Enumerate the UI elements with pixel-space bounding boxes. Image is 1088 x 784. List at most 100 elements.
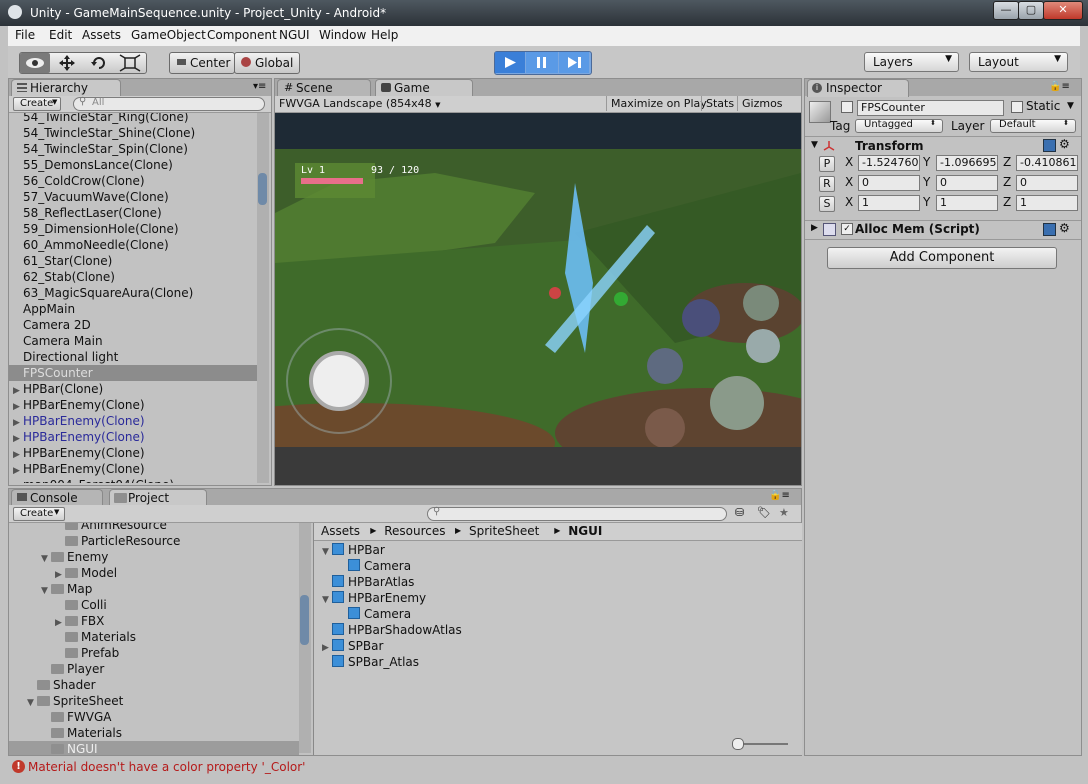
breadcrumb-item[interactable]: Resources <box>384 524 445 538</box>
panel-menu-icon[interactable]: 🔒≡ <box>1049 81 1070 92</box>
transform-r-button[interactable]: R <box>819 176 835 192</box>
help-book-icon[interactable] <box>1043 223 1056 236</box>
rotate-tool-button[interactable] <box>85 53 113 73</box>
folder-tree-item[interactable]: ▼ Map <box>9 581 299 597</box>
folder-tree-item[interactable]: FWVGA <box>9 709 299 725</box>
hierarchy-item[interactable]: ▶ HPBarEnemy(Clone) <box>9 413 257 429</box>
transform-y-field[interactable]: 0 <box>936 175 998 191</box>
transform-y-field[interactable]: 1 <box>936 195 998 211</box>
breadcrumb-item[interactable]: Assets <box>321 524 360 538</box>
tag-dropdown[interactable]: Untagged ⬍ <box>855 119 943 133</box>
hierarchy-item[interactable]: Camera Main <box>9 333 257 349</box>
folder-tree-item[interactable]: ▼ SpriteSheet <box>9 693 299 709</box>
folder-tree-item[interactable]: ▼ Enemy <box>9 549 299 565</box>
hierarchy-item[interactable]: ▶ HPBarEnemy(Clone) <box>9 429 257 445</box>
asset-item[interactable]: ▶ SPBar <box>314 638 802 654</box>
hierarchy-item[interactable]: ▶map004_Forest04(Clone) <box>9 477 257 483</box>
folder-tree-item[interactable]: Colli <box>9 597 299 613</box>
gizmos-dropdown[interactable]: Gizmos <box>737 96 787 111</box>
transform-x-field[interactable]: 0 <box>858 175 920 191</box>
zoom-slider-thumb[interactable] <box>732 738 744 750</box>
space-global-toggle[interactable]: Global <box>234 52 300 74</box>
folder-tree-item[interactable]: ParticleResource <box>9 533 299 549</box>
hierarchy-item[interactable]: 57_VacuumWave(Clone) <box>9 189 257 205</box>
menu-window[interactable]: Window <box>319 28 366 42</box>
maximize-on-play-toggle[interactable]: Maximize on Play <box>606 96 711 111</box>
chevron-right-icon[interactable]: ▶ <box>13 479 23 483</box>
menu-ngui[interactable]: NGUI <box>279 28 310 42</box>
hierarchy-item[interactable]: 54_TwincleStar_Ring(Clone) <box>9 113 257 125</box>
asset-item[interactable]: HPBarShadowAtlas <box>314 622 802 638</box>
chevron-down-icon[interactable]: ▼ <box>1067 101 1074 111</box>
hierarchy-item[interactable]: ▶ HPBarEnemy(Clone) <box>9 397 257 413</box>
folder-tree-item[interactable]: ▶ FBX <box>9 613 299 629</box>
gear-icon[interactable]: ⚙ <box>1059 221 1070 235</box>
play-button[interactable] <box>495 52 525 73</box>
hierarchy-item[interactable]: 54_TwincleStar_Shine(Clone) <box>9 125 257 141</box>
transform-z-field[interactable]: -0.410861 <box>1016 155 1078 171</box>
chevron-down-icon[interactable]: ▼ <box>811 140 818 150</box>
menu-help[interactable]: Help <box>371 28 398 42</box>
scrollbar-thumb[interactable] <box>300 595 309 645</box>
scale-tool-button[interactable] <box>116 53 144 73</box>
move-tool-button[interactable] <box>53 53 81 73</box>
transform-z-field[interactable]: 1 <box>1016 195 1078 211</box>
minimize-button[interactable]: — <box>993 1 1019 20</box>
folder-tree-item[interactable]: AnimResource <box>9 523 299 533</box>
hierarchy-item[interactable]: FPSCounter <box>9 365 257 381</box>
hierarchy-item[interactable]: 62_Stab(Clone) <box>9 269 257 285</box>
favorites-star-icon[interactable]: ★ <box>779 506 789 519</box>
breadcrumb-item[interactable]: SpriteSheet <box>469 524 539 538</box>
asset-item[interactable]: ▼ HPBarEnemy <box>314 590 802 606</box>
folder-tree-item[interactable]: ▶ Model <box>9 565 299 581</box>
step-button[interactable] <box>559 52 589 73</box>
chevron-right-icon[interactable]: ▶ <box>811 223 818 233</box>
menu-gameobject[interactable]: GameObject <box>131 28 206 42</box>
folder-tree-item[interactable]: Materials <box>9 629 299 645</box>
asset-item[interactable]: Camera <box>314 606 802 622</box>
folder-tree-item[interactable]: NGUI <box>9 741 299 755</box>
folder-tree-item[interactable]: Materials <box>9 725 299 741</box>
hierarchy-item[interactable]: Camera 2D <box>9 317 257 333</box>
hierarchy-item[interactable]: 55_DemonsLance(Clone) <box>9 157 257 173</box>
close-button[interactable]: ✕ <box>1043 1 1083 20</box>
filter-type-icon[interactable]: ⛁ <box>735 506 744 519</box>
tab-inspector[interactable]: i Inspector <box>807 79 909 97</box>
hierarchy-search-input[interactable]: ⚲ All <box>73 96 265 111</box>
tab-project[interactable]: Project <box>109 489 207 505</box>
menu-assets[interactable]: Assets <box>82 28 121 42</box>
project-search-input[interactable]: ⚲ <box>427 506 727 521</box>
folder-tree-item[interactable]: Shader <box>9 677 299 693</box>
folder-tree-item[interactable]: Prefab <box>9 645 299 661</box>
asset-item[interactable]: ▼ HPBar <box>314 542 802 558</box>
layers-dropdown[interactable]: Layers ▼ <box>864 52 959 72</box>
hand-tool-button[interactable] <box>20 53 50 73</box>
hierarchy-create-button[interactable]: Create ▼ <box>13 97 61 111</box>
gear-icon[interactable]: ⚙ <box>1059 137 1070 151</box>
hierarchy-item[interactable]: 58_ReflectLaser(Clone) <box>9 205 257 221</box>
asset-item[interactable]: Camera <box>314 558 802 574</box>
project-create-button[interactable]: Create ▼ <box>13 507 65 521</box>
filter-label-icon[interactable]: 🏷 <box>757 506 771 519</box>
hierarchy-item[interactable]: 56_ColdCrow(Clone) <box>9 173 257 189</box>
pivot-center-toggle[interactable]: Center <box>169 52 235 74</box>
menu-component[interactable]: Component <box>207 28 277 42</box>
panel-menu-icon[interactable]: 🔒≡ <box>769 490 790 501</box>
maximize-button[interactable]: ▢ <box>1018 1 1044 20</box>
layout-dropdown[interactable]: Layout ▼ <box>969 52 1068 72</box>
active-checkbox[interactable] <box>841 101 853 113</box>
tab-game[interactable]: Game <box>375 79 473 97</box>
transform-y-field[interactable]: -1.096695 <box>936 155 998 171</box>
hierarchy-item[interactable]: 54_TwincleStar_Spin(Clone) <box>9 141 257 157</box>
transform-p-button[interactable]: P <box>819 156 835 172</box>
tab-console[interactable]: Console <box>11 489 103 505</box>
menu-file[interactable]: File <box>15 28 35 42</box>
menu-edit[interactable]: Edit <box>49 28 72 42</box>
tab-hierarchy[interactable]: Hierarchy <box>11 79 121 97</box>
hierarchy-item[interactable]: AppMain <box>9 301 257 317</box>
asset-item[interactable]: HPBarAtlas <box>314 574 802 590</box>
hierarchy-item[interactable]: Directional light <box>9 349 257 365</box>
tab-scene[interactable]: # Scene <box>277 79 371 97</box>
hierarchy-item[interactable]: 60_AmmoNeedle(Clone) <box>9 237 257 253</box>
game-viewport[interactable]: Lv 1 93 / 120 <box>275 113 801 447</box>
